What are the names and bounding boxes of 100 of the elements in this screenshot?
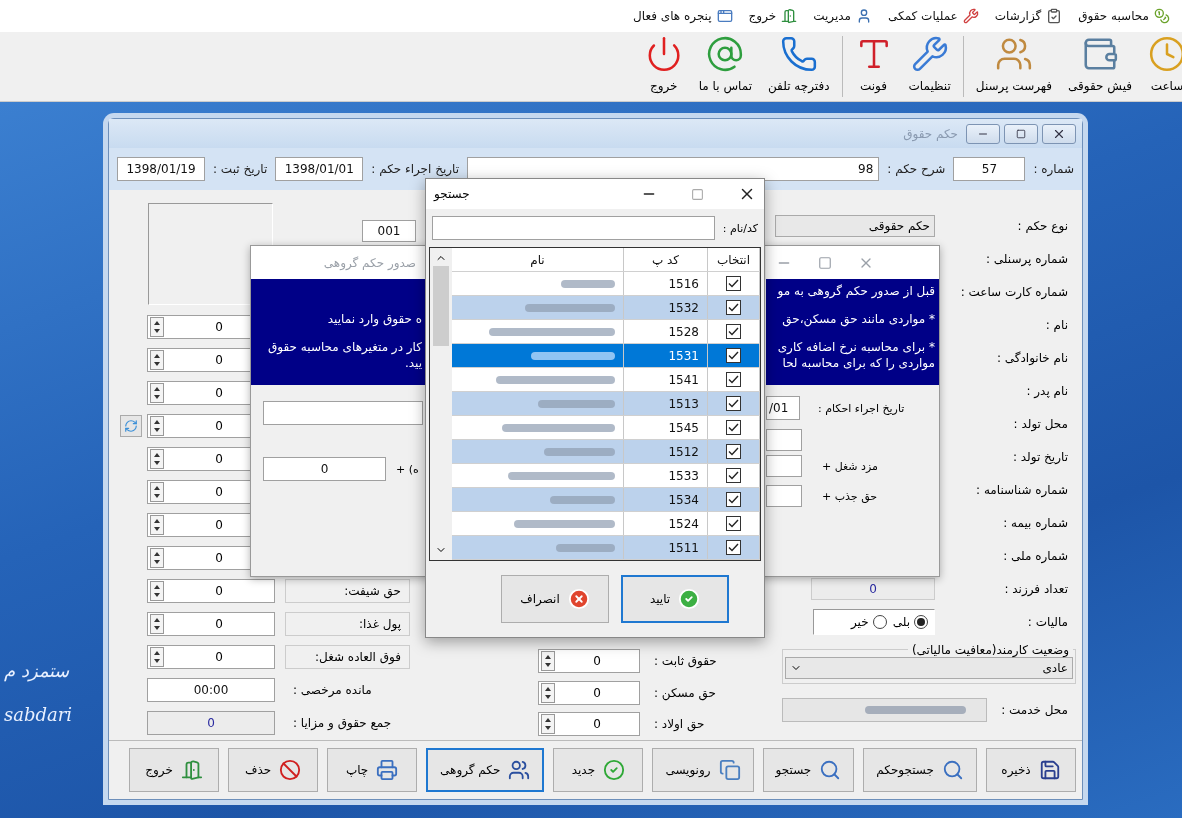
scrollbar[interactable] bbox=[430, 248, 452, 560]
text-field[interactable]: 57 bbox=[953, 157, 1026, 181]
scrollbar-thumb[interactable] bbox=[433, 266, 449, 346]
toolbar-button[interactable]: تماس با ما bbox=[690, 32, 760, 101]
toolbar-button[interactable]: تنظیمات bbox=[900, 32, 959, 101]
date-field[interactable]: /01 bbox=[766, 396, 800, 420]
table-row[interactable]: 1534 bbox=[452, 488, 760, 512]
field-label: ه) + bbox=[396, 462, 419, 476]
checkbox[interactable] bbox=[726, 372, 741, 387]
toolbar-button[interactable]: دفترچه تلفن bbox=[760, 32, 838, 101]
spin-field[interactable]: 0 bbox=[538, 649, 640, 674]
spin-field[interactable]: 0 bbox=[147, 612, 275, 637]
toolbar-button[interactable]: ذخیره bbox=[986, 748, 1076, 793]
menu-item[interactable]: خروج bbox=[748, 8, 798, 24]
input-field[interactable] bbox=[263, 401, 423, 425]
text-field[interactable]: 1398/01/19 bbox=[117, 157, 205, 181]
spinner-icon[interactable] bbox=[150, 581, 164, 602]
checkbox[interactable] bbox=[726, 276, 741, 291]
toolbar-button[interactable]: فهرست پرسنل bbox=[967, 32, 1061, 101]
toolbar-button[interactable]: جستجو bbox=[762, 748, 855, 793]
dialog-button[interactable]: انصراف bbox=[501, 575, 609, 623]
toolbar-button[interactable]: ساعت bbox=[1140, 32, 1182, 101]
spinner-icon[interactable] bbox=[541, 682, 555, 703]
menu-item[interactable]: پنجره های فعال bbox=[633, 8, 733, 24]
checkbox[interactable] bbox=[726, 516, 741, 531]
toolbar-button[interactable]: فونت bbox=[846, 32, 901, 101]
dialog-button[interactable]: تایید bbox=[621, 575, 729, 623]
table-row[interactable]: 1512 bbox=[452, 440, 760, 464]
field-label: تاریخ اجراء احکام : bbox=[818, 401, 905, 415]
text-field[interactable]: 98 bbox=[467, 157, 880, 181]
spinner-icon[interactable] bbox=[150, 647, 164, 668]
checkbox[interactable] bbox=[726, 420, 741, 435]
text-field[interactable]: 1398/01/01 bbox=[275, 157, 364, 181]
dropdown[interactable]: حکم حقوقی bbox=[775, 215, 935, 238]
checkbox[interactable] bbox=[726, 444, 741, 459]
table-row[interactable]: 1545 bbox=[452, 416, 760, 440]
toolbar-button[interactable]: چاپ bbox=[327, 748, 418, 793]
input-field[interactable] bbox=[766, 455, 802, 477]
spinner-icon[interactable] bbox=[150, 350, 164, 371]
spinner-icon[interactable] bbox=[541, 651, 555, 672]
spinner-icon[interactable] bbox=[150, 482, 164, 503]
checkbox[interactable] bbox=[726, 492, 741, 507]
refresh-button[interactable] bbox=[120, 415, 142, 438]
spinner-icon[interactable] bbox=[150, 449, 164, 470]
toolbar-button[interactable]: رونویسی bbox=[652, 748, 754, 793]
toolbar-button[interactable]: خروج bbox=[129, 748, 220, 793]
table-row[interactable]: 1531 bbox=[452, 344, 760, 368]
toolbar-button[interactable]: حذف bbox=[228, 748, 319, 793]
table-row[interactable]: 1528 bbox=[452, 320, 760, 344]
windows-icon bbox=[716, 8, 733, 24]
menu-item[interactable]: مدیریت bbox=[813, 8, 872, 24]
toolbar-button[interactable]: جستجوحکم bbox=[863, 748, 977, 793]
spinner-icon[interactable] bbox=[150, 383, 164, 404]
toolbar-button[interactable]: جدید bbox=[553, 748, 644, 793]
menu-item[interactable]: محاسبه حقوق bbox=[1078, 8, 1170, 24]
readonly-field: 0 bbox=[811, 578, 935, 601]
amount-field[interactable]: 0 bbox=[263, 457, 386, 481]
spinner-icon[interactable] bbox=[541, 714, 555, 735]
table-row[interactable]: 1533 bbox=[452, 464, 760, 488]
checkbox[interactable] bbox=[726, 468, 741, 483]
spinner-icon[interactable] bbox=[150, 614, 164, 635]
input-field[interactable] bbox=[766, 429, 802, 451]
close-button[interactable] bbox=[1042, 123, 1076, 144]
input-field[interactable] bbox=[766, 485, 802, 507]
spin-field[interactable]: 0 bbox=[538, 680, 640, 705]
toolbar-button[interactable]: خروج bbox=[636, 32, 691, 101]
column-header[interactable]: انتخاب bbox=[708, 248, 760, 271]
menu-item[interactable]: گزارشات bbox=[994, 8, 1063, 24]
spinner-icon[interactable] bbox=[150, 317, 164, 338]
table-row[interactable]: 1541 bbox=[452, 368, 760, 392]
spin-field[interactable]: 0 bbox=[538, 712, 640, 737]
table-row[interactable]: 1516 bbox=[452, 272, 760, 296]
column-header[interactable]: نام bbox=[452, 248, 624, 271]
checkbox[interactable] bbox=[726, 396, 741, 411]
code-field[interactable]: 001 bbox=[362, 219, 416, 242]
table-row[interactable]: 1511 bbox=[452, 536, 760, 560]
time-field[interactable]: 00:00 bbox=[147, 678, 275, 703]
toolbar-button[interactable]: حکم گروهی bbox=[426, 748, 545, 793]
field-label: محل خدمت : bbox=[1000, 702, 1069, 717]
table-row[interactable]: 1532 bbox=[452, 296, 760, 320]
spinner-icon[interactable] bbox=[150, 416, 164, 437]
checkbox[interactable] bbox=[726, 324, 741, 339]
menu-item[interactable]: عملیات کمکی bbox=[888, 8, 979, 24]
table-row[interactable]: 1524 bbox=[452, 512, 760, 536]
dropdown[interactable]: عادی bbox=[785, 656, 1073, 679]
checkbox[interactable] bbox=[726, 348, 741, 363]
notice-text: ه حقوق وارد نمایید bbox=[327, 312, 422, 326]
spin-field[interactable]: 0 bbox=[147, 579, 275, 604]
spinner-icon[interactable] bbox=[150, 515, 164, 536]
table-row[interactable]: 1513 bbox=[452, 392, 760, 416]
maximize-button[interactable] bbox=[1004, 123, 1038, 144]
column-header[interactable]: کد پ bbox=[624, 248, 708, 271]
checkbox[interactable] bbox=[726, 300, 741, 315]
checkbox[interactable] bbox=[726, 540, 741, 555]
spinner-icon[interactable] bbox=[150, 548, 164, 569]
spin-field[interactable]: 0 bbox=[147, 645, 275, 670]
toolbar-button[interactable]: فیش حقوقی bbox=[1060, 32, 1140, 101]
minimize-button[interactable] bbox=[966, 123, 1000, 144]
no-entry-icon bbox=[279, 759, 302, 782]
search-field[interactable] bbox=[432, 216, 715, 240]
